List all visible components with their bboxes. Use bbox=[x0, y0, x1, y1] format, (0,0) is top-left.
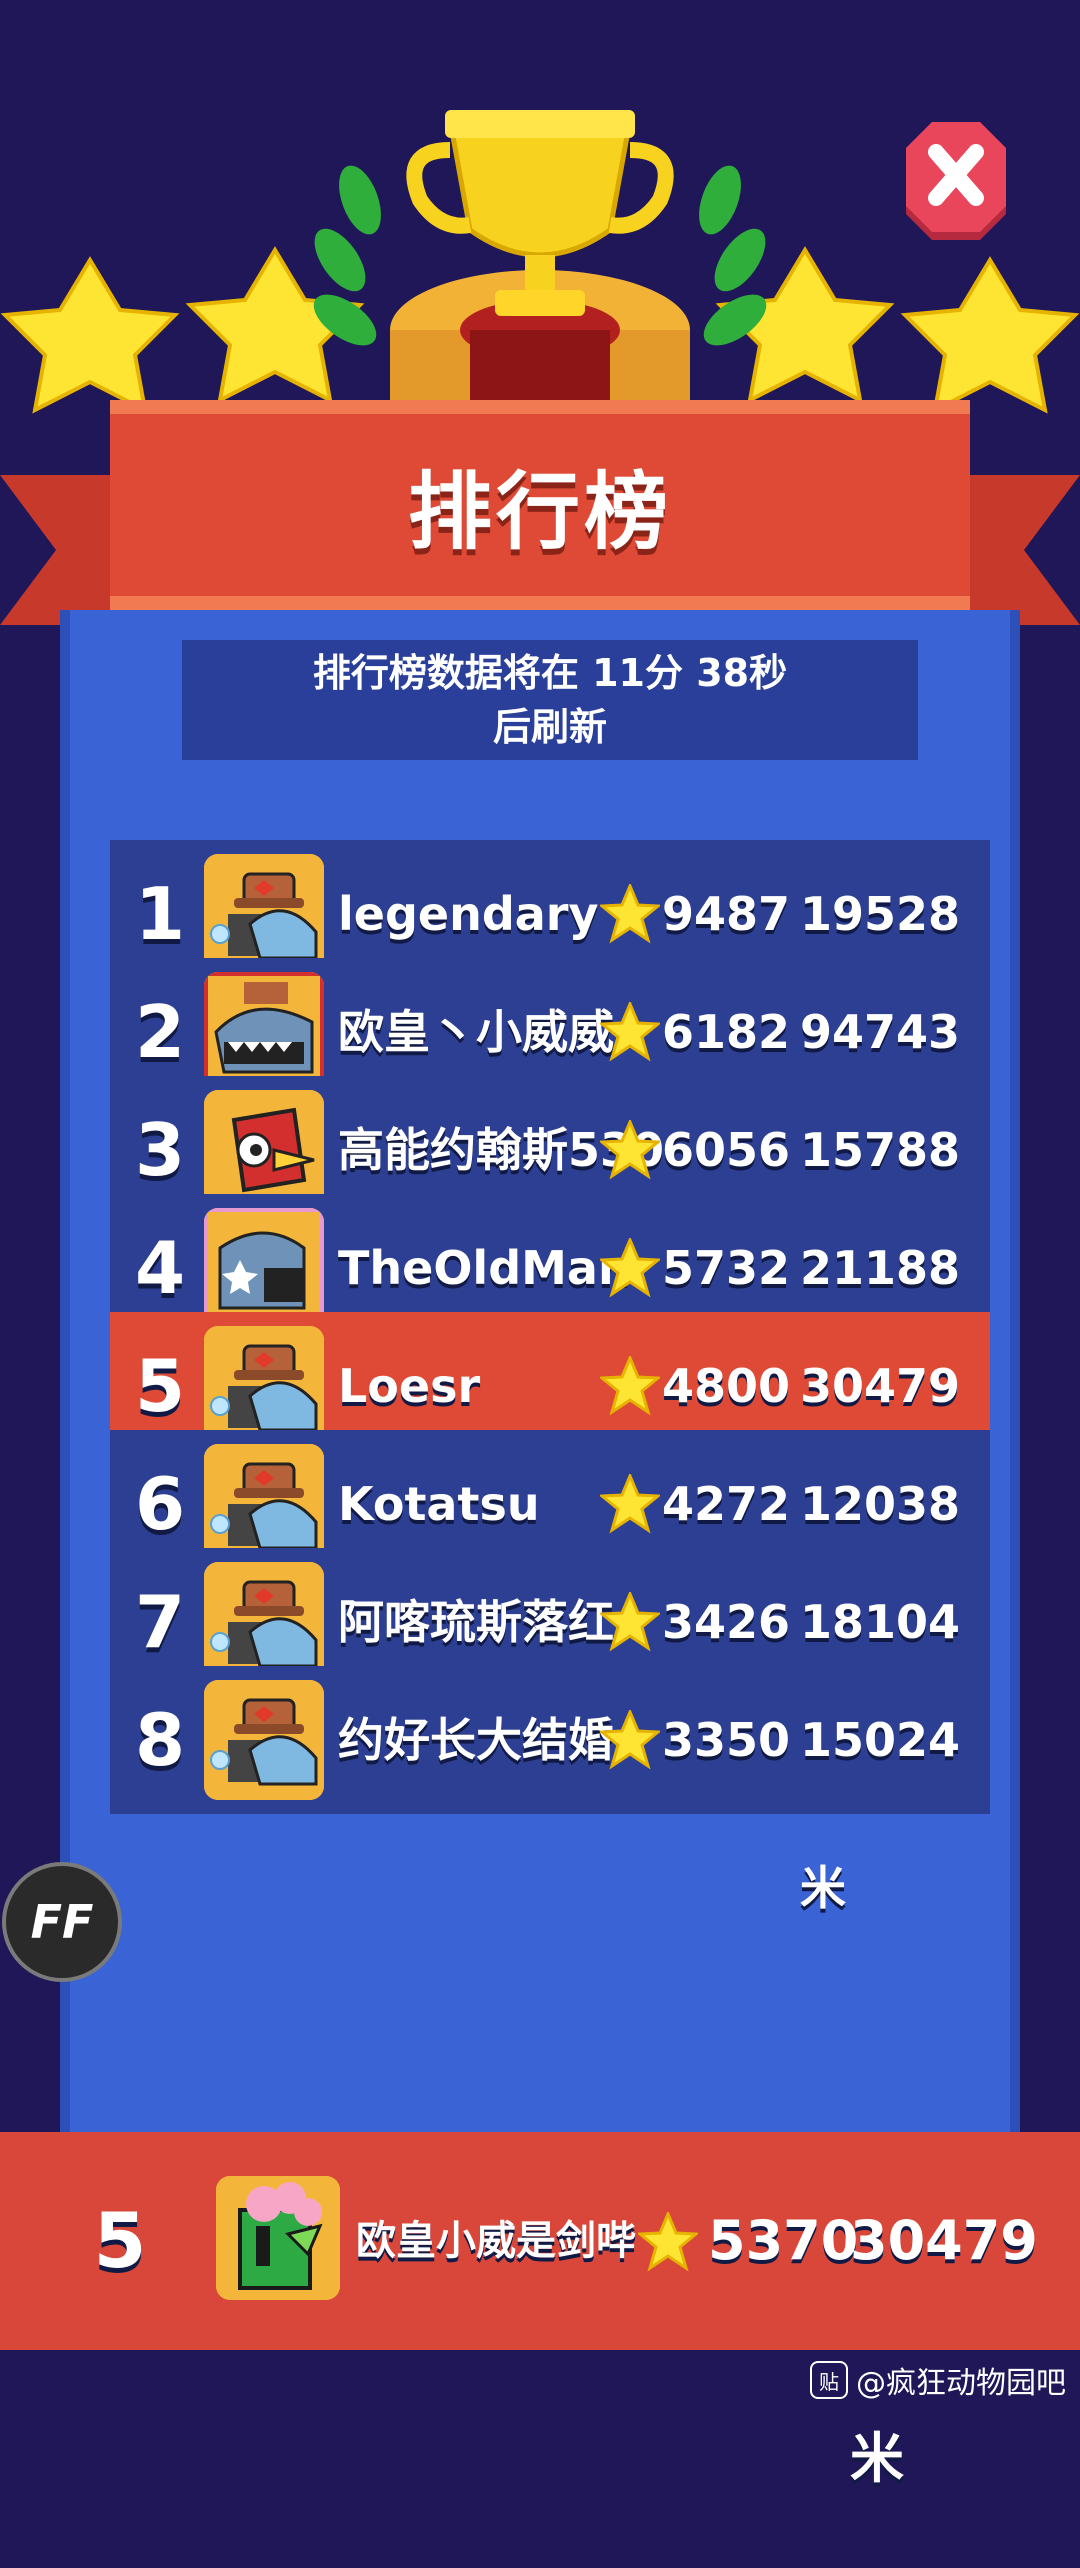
tieba-logo-icon: 贴 bbox=[810, 2361, 848, 2399]
green-tree-creature-icon bbox=[216, 2176, 340, 2300]
player-avatar[interactable] bbox=[204, 1208, 324, 1328]
player-avatar[interactable] bbox=[204, 1562, 324, 1682]
star-icon bbox=[600, 1356, 660, 1416]
star-icon bbox=[600, 884, 660, 944]
star-icon bbox=[600, 1120, 660, 1180]
player-avatar[interactable] bbox=[204, 854, 324, 974]
watermark-text: @疯狂动物园吧 bbox=[856, 2366, 1066, 2401]
player-score: 3350 bbox=[662, 1713, 791, 1767]
player-avatar[interactable] bbox=[204, 1444, 324, 1564]
close-button[interactable] bbox=[902, 122, 1010, 250]
my-score: 5370 bbox=[708, 2209, 859, 2272]
player-avatar[interactable] bbox=[204, 1326, 324, 1446]
star-icon bbox=[600, 1710, 660, 1770]
pink-frame-croc-icon bbox=[204, 1208, 324, 1328]
player-avatar[interactable] bbox=[204, 1680, 324, 1800]
my-avatar bbox=[216, 2176, 340, 2300]
refresh-notice-line1: 排行榜数据将在 11分 38秒 bbox=[312, 651, 788, 695]
leaderboard-row[interactable]: 8 约好长大结婚 3350 15024米 bbox=[110, 1666, 990, 1915]
star-icon bbox=[600, 1474, 660, 1534]
cowboy-shark-icon bbox=[204, 1562, 324, 1682]
my-rank: 5 bbox=[93, 2196, 147, 2285]
my-distance: 30479米 bbox=[850, 2209, 1038, 2490]
my-rank-bar: 5 欧皇小威是剑哔 5370 30479米 bbox=[0, 2132, 1080, 2490]
player-name: 约好长大结婚 bbox=[338, 1713, 614, 1767]
player-distance: 15024米 bbox=[800, 1713, 961, 1915]
title-ribbon: 排行榜 bbox=[110, 400, 970, 610]
refresh-notice-line2: 后刷新 bbox=[492, 705, 607, 749]
watermark: 贴 @疯狂动物园吧 bbox=[810, 2358, 1066, 2402]
refresh-notice: 排行榜数据将在 11分 38秒 后刷新 bbox=[182, 640, 918, 760]
cowboy-shark-icon bbox=[204, 1680, 324, 1800]
cowboy-shark-icon bbox=[204, 1326, 324, 1446]
player-avatar[interactable] bbox=[204, 972, 324, 1092]
red-frame-shark-icon bbox=[204, 972, 324, 1092]
red-bird-icon bbox=[204, 1090, 324, 1210]
star-icon bbox=[600, 1238, 660, 1298]
star-icon bbox=[638, 2212, 698, 2272]
row-rank: 8 bbox=[134, 1698, 186, 1782]
ff-float-button[interactable]: FF bbox=[2, 1862, 122, 1982]
star-icon bbox=[600, 1592, 660, 1652]
cowboy-shark-icon bbox=[204, 1444, 324, 1564]
star-icon bbox=[600, 1002, 660, 1062]
cowboy-shark-icon bbox=[204, 854, 324, 974]
leaderboard-panel: 排行榜数据将在 11分 38秒 后刷新 1legendary948719528米… bbox=[60, 610, 1020, 2150]
player-avatar[interactable] bbox=[204, 1090, 324, 1210]
close-icon bbox=[906, 122, 1006, 240]
page-title: 排行榜 bbox=[407, 462, 672, 561]
my-name: 欧皇小威是剑哔 bbox=[356, 2218, 636, 2264]
